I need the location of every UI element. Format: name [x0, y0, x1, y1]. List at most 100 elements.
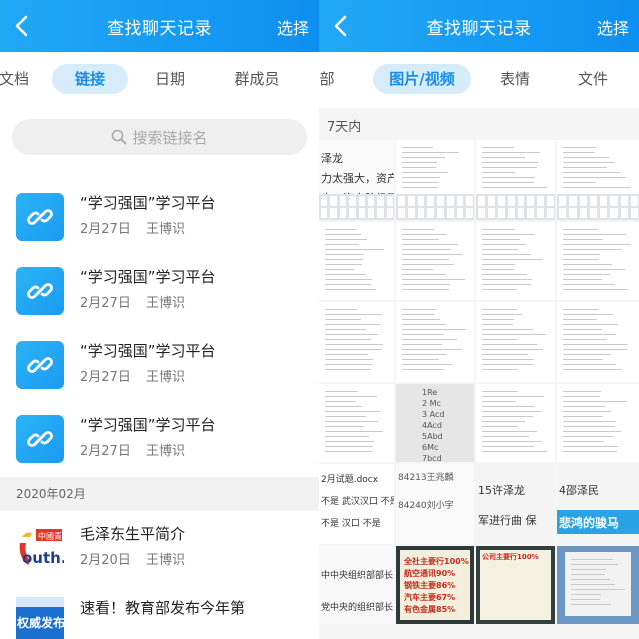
key [487, 196, 495, 206]
media-thumbnail[interactable] [476, 384, 555, 462]
doc-line [563, 406, 605, 407]
media-thumbnail[interactable] [557, 384, 639, 462]
doc-line [563, 441, 605, 442]
tab-files[interactable]: 文件 [569, 64, 617, 94]
doc-line [402, 329, 466, 330]
media-thumbnail[interactable] [319, 302, 394, 382]
thumb-text: 军进行曲 保 [478, 514, 537, 527]
doc-line [325, 369, 372, 370]
doc-line [482, 152, 541, 153]
links-pane: 查找聊天记录 选择 文档 链接 日期 群成员 搜索链接名 “学习强国”学习平台 … [0, 0, 319, 639]
media-thumbnail[interactable]: 15许泽龙军进行曲 保 [476, 464, 555, 544]
doc-line [563, 354, 612, 355]
doc-line [402, 177, 441, 178]
key [377, 196, 384, 206]
link-sender: 王博识 [146, 370, 186, 385]
doc-line [563, 446, 618, 447]
key [589, 208, 597, 218]
media-thumbnail[interactable] [396, 140, 474, 220]
doc-line [571, 604, 612, 605]
key [517, 208, 525, 218]
key [339, 208, 347, 218]
doc-line [563, 289, 629, 290]
tab-links[interactable]: 链接 [52, 64, 128, 94]
doc-line [402, 354, 447, 355]
key [487, 208, 495, 218]
doc-line [402, 339, 457, 340]
doc-line [571, 589, 626, 590]
search-input[interactable]: 搜索链接名 [12, 119, 307, 155]
media-thumbnail[interactable] [557, 140, 639, 220]
media-thumbnail[interactable]: 1Re 2 Mc 3 Acd 4Acd 5Abd 6Mc 7bcd [396, 384, 474, 462]
media-thumbnail[interactable]: 泽龙力太强大，资产步，资产阶级不 [319, 140, 394, 220]
tab-stickers[interactable]: 表情 [491, 64, 539, 94]
thumb-text: 84213王兆麟 [398, 473, 454, 483]
select-button[interactable]: 选择 [597, 15, 629, 39]
key [330, 196, 337, 206]
doc-line [563, 274, 610, 275]
tab-group-members[interactable]: 群成员 [226, 64, 288, 94]
key [377, 208, 384, 218]
media-thumbnail[interactable]: 4邵泽民 悲鸿的骏马 [557, 464, 639, 544]
link-icon [16, 415, 64, 463]
media-thumbnail[interactable]: 全社主要行100% 航空通讯90% 钢铁主要86% 汽车主要67% 有色金属85% [396, 546, 474, 624]
key [507, 196, 515, 206]
media-thumbnail[interactable] [476, 140, 555, 220]
link-item[interactable]: “学习强国”学习平台 2月27日 王博识 [0, 402, 319, 476]
key [427, 196, 434, 206]
doc-line [402, 162, 437, 163]
doc-line [482, 172, 516, 173]
key [417, 208, 425, 218]
key [437, 196, 444, 206]
media-thumbnail[interactable] [319, 384, 394, 462]
key [547, 208, 554, 218]
keyboard-strip [557, 194, 639, 220]
tab-documents[interactable]: 文档 [0, 64, 34, 94]
key [398, 208, 405, 218]
key [446, 208, 454, 218]
media-thumbnail[interactable] [396, 222, 474, 300]
media-thumbnail[interactable] [476, 302, 555, 382]
doc-line [402, 279, 465, 280]
keyboard-strip [319, 194, 394, 220]
key [589, 196, 597, 206]
article-item[interactable]: 权威发布 速看！教育部发布今年第 [0, 585, 319, 639]
thumb-text: 15许泽龙 [478, 484, 525, 497]
doc-line [563, 339, 608, 340]
tab-all[interactable]: 部 [319, 64, 339, 94]
link-item[interactable]: “学习强国”学习平台 2月27日 王博识 [0, 180, 319, 254]
select-button[interactable]: 选择 [277, 15, 309, 39]
doc-line [482, 451, 547, 452]
key [579, 196, 587, 206]
doc-line [325, 324, 380, 325]
doc-line [563, 391, 601, 392]
media-thumbnail[interactable] [396, 302, 474, 382]
doc-line [571, 584, 615, 585]
doc-line [563, 324, 618, 325]
doc-line [482, 279, 533, 280]
media-thumbnail[interactable] [557, 546, 639, 624]
link-sender: 王博识 [146, 296, 186, 311]
doc-line [325, 329, 366, 330]
doc-line [402, 244, 459, 245]
media-thumbnail[interactable] [319, 222, 394, 300]
doc-line [402, 254, 464, 255]
tab-photos-videos[interactable]: 图片/视频 [373, 64, 471, 94]
article-item[interactable]: 中國青 outh. 毛泽东生平简介 2月20日 王博识 [0, 511, 319, 585]
media-thumbnail[interactable]: 中中央组织部部长 党中央的组织部长 [319, 546, 394, 624]
doc-line [563, 182, 597, 183]
link-item[interactable]: “学习强国”学习平台 2月27日 王博识 [0, 254, 319, 328]
tab-date[interactable]: 日期 [146, 64, 194, 94]
media-thumbnail[interactable]: 公司主要行100% [476, 546, 555, 624]
media-thumbnail[interactable]: 84213王兆麟 84240刘小宇 [396, 464, 474, 544]
doc-line [482, 421, 526, 422]
media-thumbnail[interactable]: 2月试题.docx 不是 武汉汉口 不是 不是 汉口 不是 [319, 464, 394, 544]
doc-line [325, 349, 382, 350]
thumb-text: 汽车主要67% [404, 593, 456, 602]
doc-line [482, 254, 531, 255]
key [367, 196, 375, 206]
media-thumbnail[interactable] [557, 302, 639, 382]
media-thumbnail[interactable] [557, 222, 639, 300]
link-item[interactable]: “学习强国”学习平台 2月27日 王博识 [0, 328, 319, 402]
media-thumbnail[interactable] [476, 222, 555, 300]
